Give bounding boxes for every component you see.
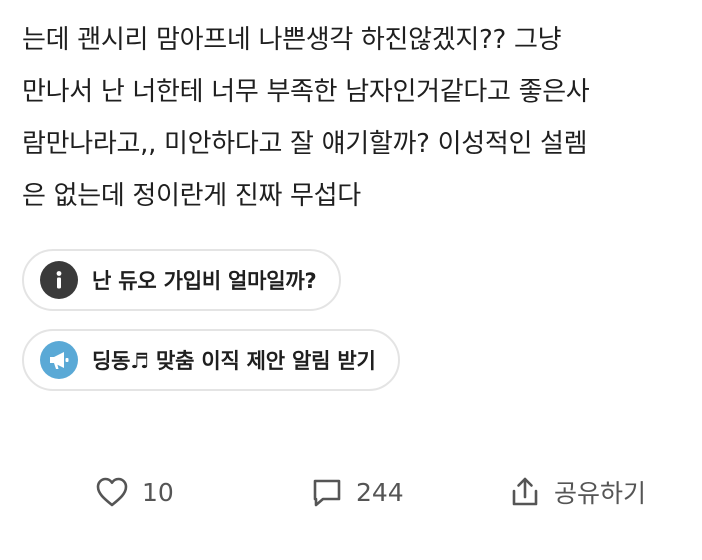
like-button[interactable]: 10 — [94, 470, 174, 514]
duo-fee-chip[interactable]: 난 듀오 가입비 얼마일까? — [22, 249, 341, 311]
job-offer-alert-chip[interactable]: 딩동♬ 맞춤 이직 제안 알림 받기 — [22, 329, 400, 391]
share-label: 공유하기 — [554, 479, 647, 508]
heart-icon — [96, 477, 128, 507]
post-body: 는데 괜시리 맘아프네 나쁜생각 하진않겠지?? 그냥 만나서 난 너한테 너무… — [22, 14, 684, 222]
share-icon — [512, 477, 538, 506]
post-text-line: 는데 괜시리 맘아프네 나쁜생각 하진않겠지?? 그냥 — [22, 25, 562, 55]
comment-count: 244 — [356, 477, 404, 507]
post-text-line: 람만나라고,, 미안하다고 잘 얘기할까? 이성적인 설렘 — [22, 129, 588, 159]
job-offer-alert-chip-label: 딩동♬ 맞춤 이직 제안 알림 받기 — [92, 349, 376, 373]
duo-fee-chip-label: 난 듀오 가입비 얼마일까? — [92, 269, 317, 293]
share-button[interactable]: 공유하기 — [508, 470, 646, 514]
post-text-line: 은 없는데 정이란게 진짜 무섭다 — [22, 181, 361, 211]
post-action-bar: 10 244 공유하기 — [0, 470, 702, 514]
comment-button[interactable]: 244 — [310, 470, 404, 514]
info-icon — [40, 261, 78, 299]
like-count: 10 — [142, 477, 174, 507]
megaphone-icon — [40, 341, 78, 379]
comment-icon — [313, 479, 341, 507]
post-text-line: 만나서 난 너한테 너무 부족한 남자인거같다고 좋은사 — [22, 77, 590, 107]
